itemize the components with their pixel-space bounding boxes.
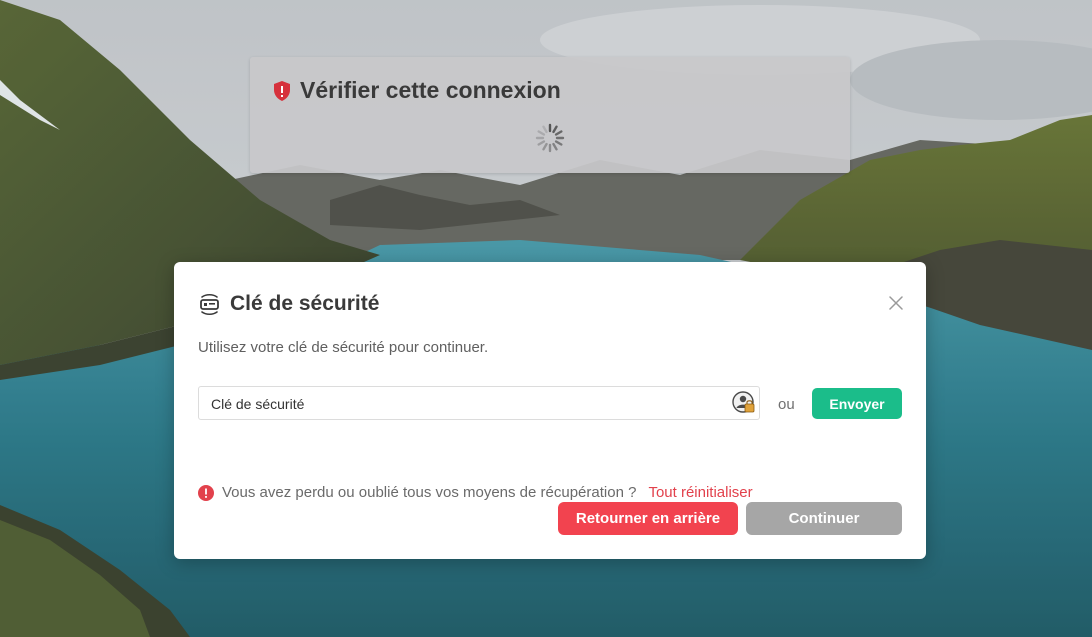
verify-header: Vérifier cette connexion [272, 77, 561, 104]
go-back-button[interactable]: Retourner en arrière [558, 502, 738, 535]
modal-subtitle: Utilisez votre clé de sécurité pour cont… [198, 339, 489, 356]
close-icon [889, 296, 903, 310]
reset-all-link[interactable]: Tout réinitialiser [648, 484, 752, 501]
modal-header: Clé de sécurité [198, 292, 379, 316]
or-label: ou [778, 396, 795, 413]
shield-alert-icon [272, 80, 292, 102]
recovery-text: Vous avez perdu ou oublié tous vos moyen… [222, 484, 637, 501]
modal-title: Clé de sécurité [230, 292, 380, 315]
verify-connection-card: Vérifier cette connexion [250, 57, 850, 173]
security-key-icon [198, 293, 221, 316]
security-key-modal: Clé de sécurité Utilisez votre clé de sé… [174, 262, 926, 559]
security-key-field [198, 386, 760, 421]
password-manager-icon[interactable] [732, 391, 756, 415]
loading-spinner-icon [534, 122, 566, 154]
continue-button[interactable]: Continuer [746, 502, 902, 535]
verify-title: Vérifier cette connexion [300, 77, 561, 103]
error-icon [198, 484, 214, 501]
recovery-notice: Vous avez perdu ou oublié tous vos moyen… [198, 484, 753, 501]
send-button[interactable]: Envoyer [812, 388, 902, 419]
security-key-input[interactable] [209, 387, 713, 421]
close-button[interactable] [886, 293, 906, 313]
